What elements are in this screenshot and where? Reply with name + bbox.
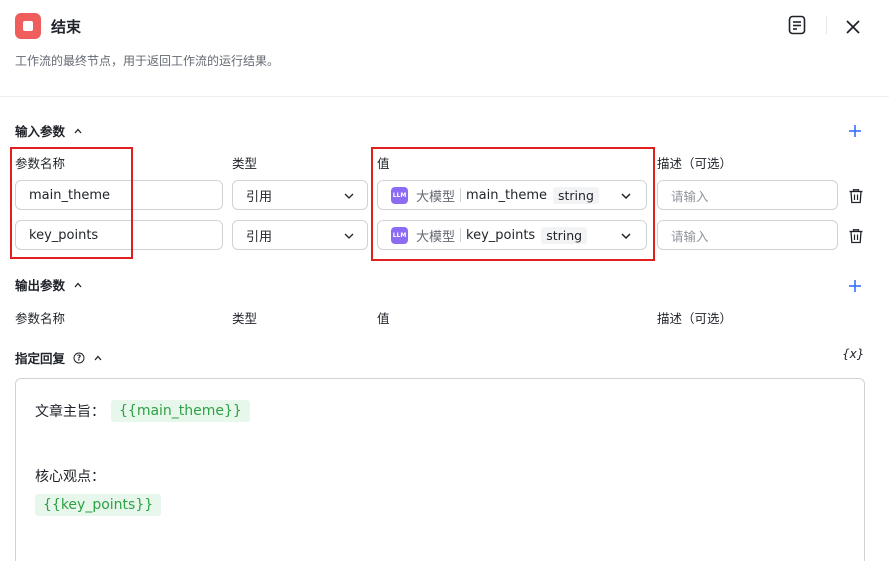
out-col-header-name: 参数名称: [15, 311, 66, 326]
output-params-header[interactable]: 输出参数: [15, 275, 83, 294]
out-col-header-value: 值: [377, 311, 390, 326]
notes-icon[interactable]: [787, 15, 807, 35]
param-type-select[interactable]: 引用: [232, 180, 368, 210]
svg-text:?: ?: [77, 353, 81, 362]
col-header-description: 描述（可选）: [657, 156, 733, 171]
plus-icon: [849, 280, 861, 292]
reply-header[interactable]: 指定回复 ?: [15, 348, 103, 367]
chevron-up-icon[interactable]: [73, 126, 83, 136]
out-col-header-type: 类型: [232, 311, 258, 326]
help-icon[interactable]: ?: [73, 352, 85, 364]
input-params-title: 输入参数: [15, 124, 66, 139]
reply-title: 指定回复: [15, 351, 66, 366]
trash-icon[interactable]: [848, 188, 864, 204]
reply-editor[interactable]: 文章主旨： {{main_theme}} 核心观点： {{key_points}…: [15, 378, 865, 561]
reply-line: 核心观点：: [35, 466, 105, 486]
input-params-header[interactable]: 输入参数: [15, 121, 83, 140]
param-description-input[interactable]: 请输入: [657, 180, 838, 210]
param-description-input[interactable]: 请输入: [657, 220, 838, 250]
node-description: 工作流的最终节点，用于返回工作流的运行结果。: [15, 54, 280, 68]
add-output-param-button[interactable]: [847, 278, 863, 294]
header-divider: [826, 16, 827, 34]
col-header-type: 类型: [232, 156, 258, 171]
trash-icon[interactable]: [848, 228, 864, 244]
chevron-up-icon[interactable]: [73, 280, 83, 290]
plus-icon: [849, 125, 861, 137]
reply-line-label: 文章主旨：: [35, 404, 105, 420]
node-title: 结束: [51, 18, 82, 36]
close-icon[interactable]: [843, 17, 863, 37]
chevron-up-icon[interactable]: [93, 353, 103, 363]
chevron-down-icon: [344, 233, 354, 239]
output-params-title: 输出参数: [15, 278, 66, 293]
reply-line: {{key_points}}: [35, 494, 162, 516]
param-type-value: 引用: [246, 189, 273, 205]
param-type-value: 引用: [246, 229, 273, 245]
variable-chip[interactable]: {{main_theme}}: [111, 400, 250, 422]
highlight-box-name-column: [10, 147, 133, 259]
out-col-header-description: 描述（可选）: [657, 311, 733, 326]
param-type-select[interactable]: 引用: [232, 220, 368, 250]
stop-square-icon: [15, 13, 41, 39]
chevron-down-icon: [344, 193, 354, 199]
insert-variable-button[interactable]: {x}: [842, 347, 864, 361]
reply-line-label: 核心观点：: [35, 469, 105, 485]
highlight-box-value-column: [371, 147, 655, 261]
reply-line: 文章主旨： {{main_theme}}: [35, 400, 250, 422]
add-input-param-button[interactable]: [847, 123, 863, 139]
variable-chip[interactable]: {{key_points}}: [35, 494, 162, 516]
section-divider: [0, 96, 889, 97]
